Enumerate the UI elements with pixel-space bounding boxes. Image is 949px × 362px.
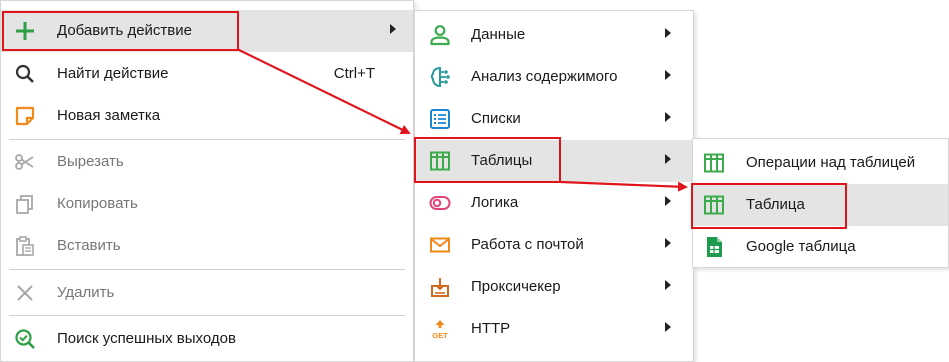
annotation-arrows — [236, 48, 688, 192]
annotation-arrow-2 — [560, 180, 688, 192]
annotation-arrow-1 — [236, 48, 411, 134]
